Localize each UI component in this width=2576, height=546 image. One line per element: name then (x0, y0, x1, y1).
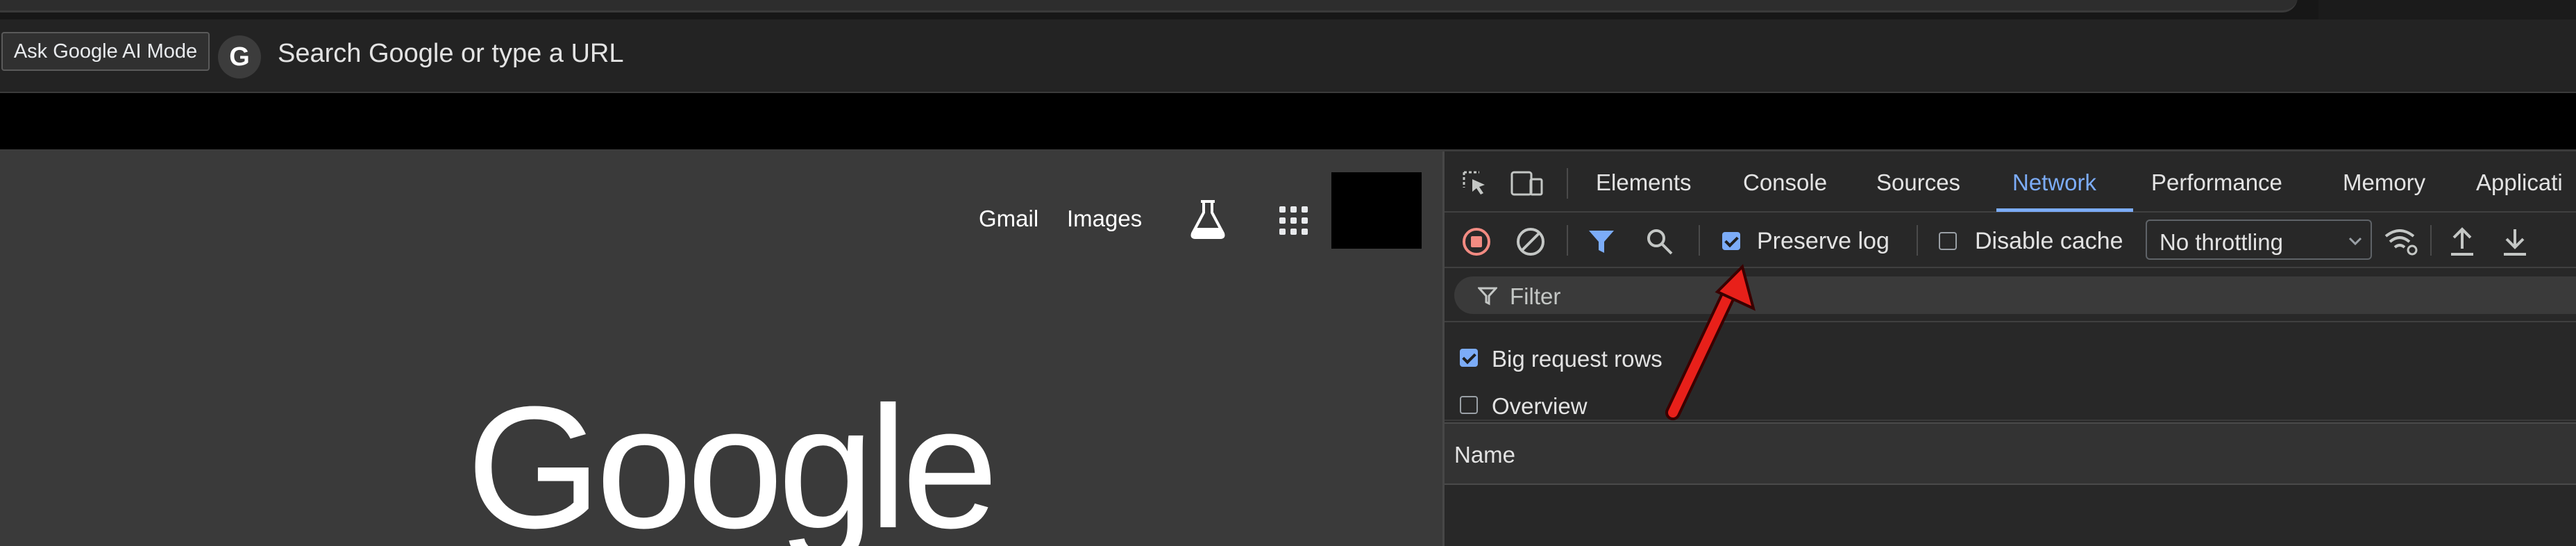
account-avatar-redacted[interactable] (1331, 172, 1422, 249)
preserve-log-label: Preserve log (1757, 228, 1889, 254)
tab-performance[interactable]: Performance (2151, 169, 2282, 196)
google-badge-letter: G (229, 42, 250, 72)
tab-sources[interactable]: Sources (1876, 169, 1960, 196)
search-icon[interactable] (1646, 228, 1674, 256)
filter-placeholder: Filter (1510, 283, 1561, 309)
preserve-log-checkbox[interactable] (1722, 232, 1740, 250)
inspect-element-icon[interactable] (1461, 169, 1489, 197)
clear-log-icon[interactable] (1515, 226, 1546, 257)
big-request-rows-checkbox[interactable] (1460, 349, 1478, 367)
toolbar-separator (1567, 225, 1568, 256)
disable-cache-label: Disable cache (1975, 228, 2123, 254)
labs-flask-icon[interactable] (1188, 199, 1227, 239)
big-request-rows-label: Big request rows (1492, 346, 1662, 372)
record-stop-icon[interactable] (1461, 226, 1492, 257)
toolbar-separator (1917, 225, 1918, 256)
tab-elements[interactable]: Elements (1596, 169, 1692, 196)
google-search-icon: G (218, 35, 261, 78)
bookmarks-bar-redacted (0, 92, 2576, 151)
toolbar-separator (2430, 225, 2432, 256)
tab-application[interactable]: Applicati (2476, 169, 2563, 196)
dropdown-chevron-icon (2348, 237, 2362, 246)
network-toolbar: Preserve log Disable cache No throttling (1445, 213, 2576, 268)
overview-checkbox[interactable] (1460, 396, 1478, 414)
throttling-value: No throttling (2160, 229, 2283, 255)
name-column-header[interactable]: Name (1454, 442, 1515, 468)
gmail-link[interactable]: Gmail (979, 206, 1038, 232)
tab-console[interactable]: Console (1743, 169, 1827, 196)
import-har-icon[interactable] (2448, 225, 2476, 257)
images-link[interactable]: Images (1067, 206, 1142, 232)
filter-bar: Filter (1445, 270, 2576, 322)
omnibox-input[interactable]: Search Google or type a URL (278, 39, 624, 69)
tab-strip-bar (0, 0, 2298, 13)
export-har-icon[interactable] (2501, 225, 2529, 257)
toolbar-separator (1567, 168, 1568, 199)
google-logo: Google (466, 370, 998, 546)
throttling-select[interactable]: No throttling (2146, 220, 2372, 260)
filter-funnel-icon[interactable] (1588, 228, 1615, 256)
overview-label: Overview (1492, 393, 1588, 419)
tab-strip-right (2318, 0, 2576, 19)
devtools-panel: Elements Console Sources Network Perform… (1442, 151, 2576, 546)
network-conditions-icon[interactable] (2383, 226, 2419, 257)
filter-input[interactable]: Filter (1454, 276, 2576, 314)
toolbar-separator (1699, 225, 1700, 256)
device-toolbar-icon[interactable] (1510, 169, 1544, 197)
ai-mode-button[interactable]: Ask Google AI Mode (1, 32, 210, 71)
annotation-arrow (1665, 264, 1756, 420)
filter-funnel-icon (1478, 287, 1497, 306)
active-tab-indicator (1996, 208, 2133, 212)
google-homepage: Gmail Images Google (0, 151, 1442, 546)
disable-cache-checkbox[interactable] (1939, 232, 1957, 250)
tab-strip (0, 0, 2576, 19)
network-settings: Big request rows Overview (1445, 324, 2576, 421)
google-apps-grid-icon[interactable] (1277, 204, 1311, 238)
devtools-tab-bar: Elements Console Sources Network Perform… (1445, 151, 2576, 213)
requests-table-header: Name (1445, 422, 2576, 485)
tab-network[interactable]: Network (2012, 169, 2096, 196)
tab-memory[interactable]: Memory (2343, 169, 2425, 196)
requests-table-body (1445, 485, 2576, 546)
